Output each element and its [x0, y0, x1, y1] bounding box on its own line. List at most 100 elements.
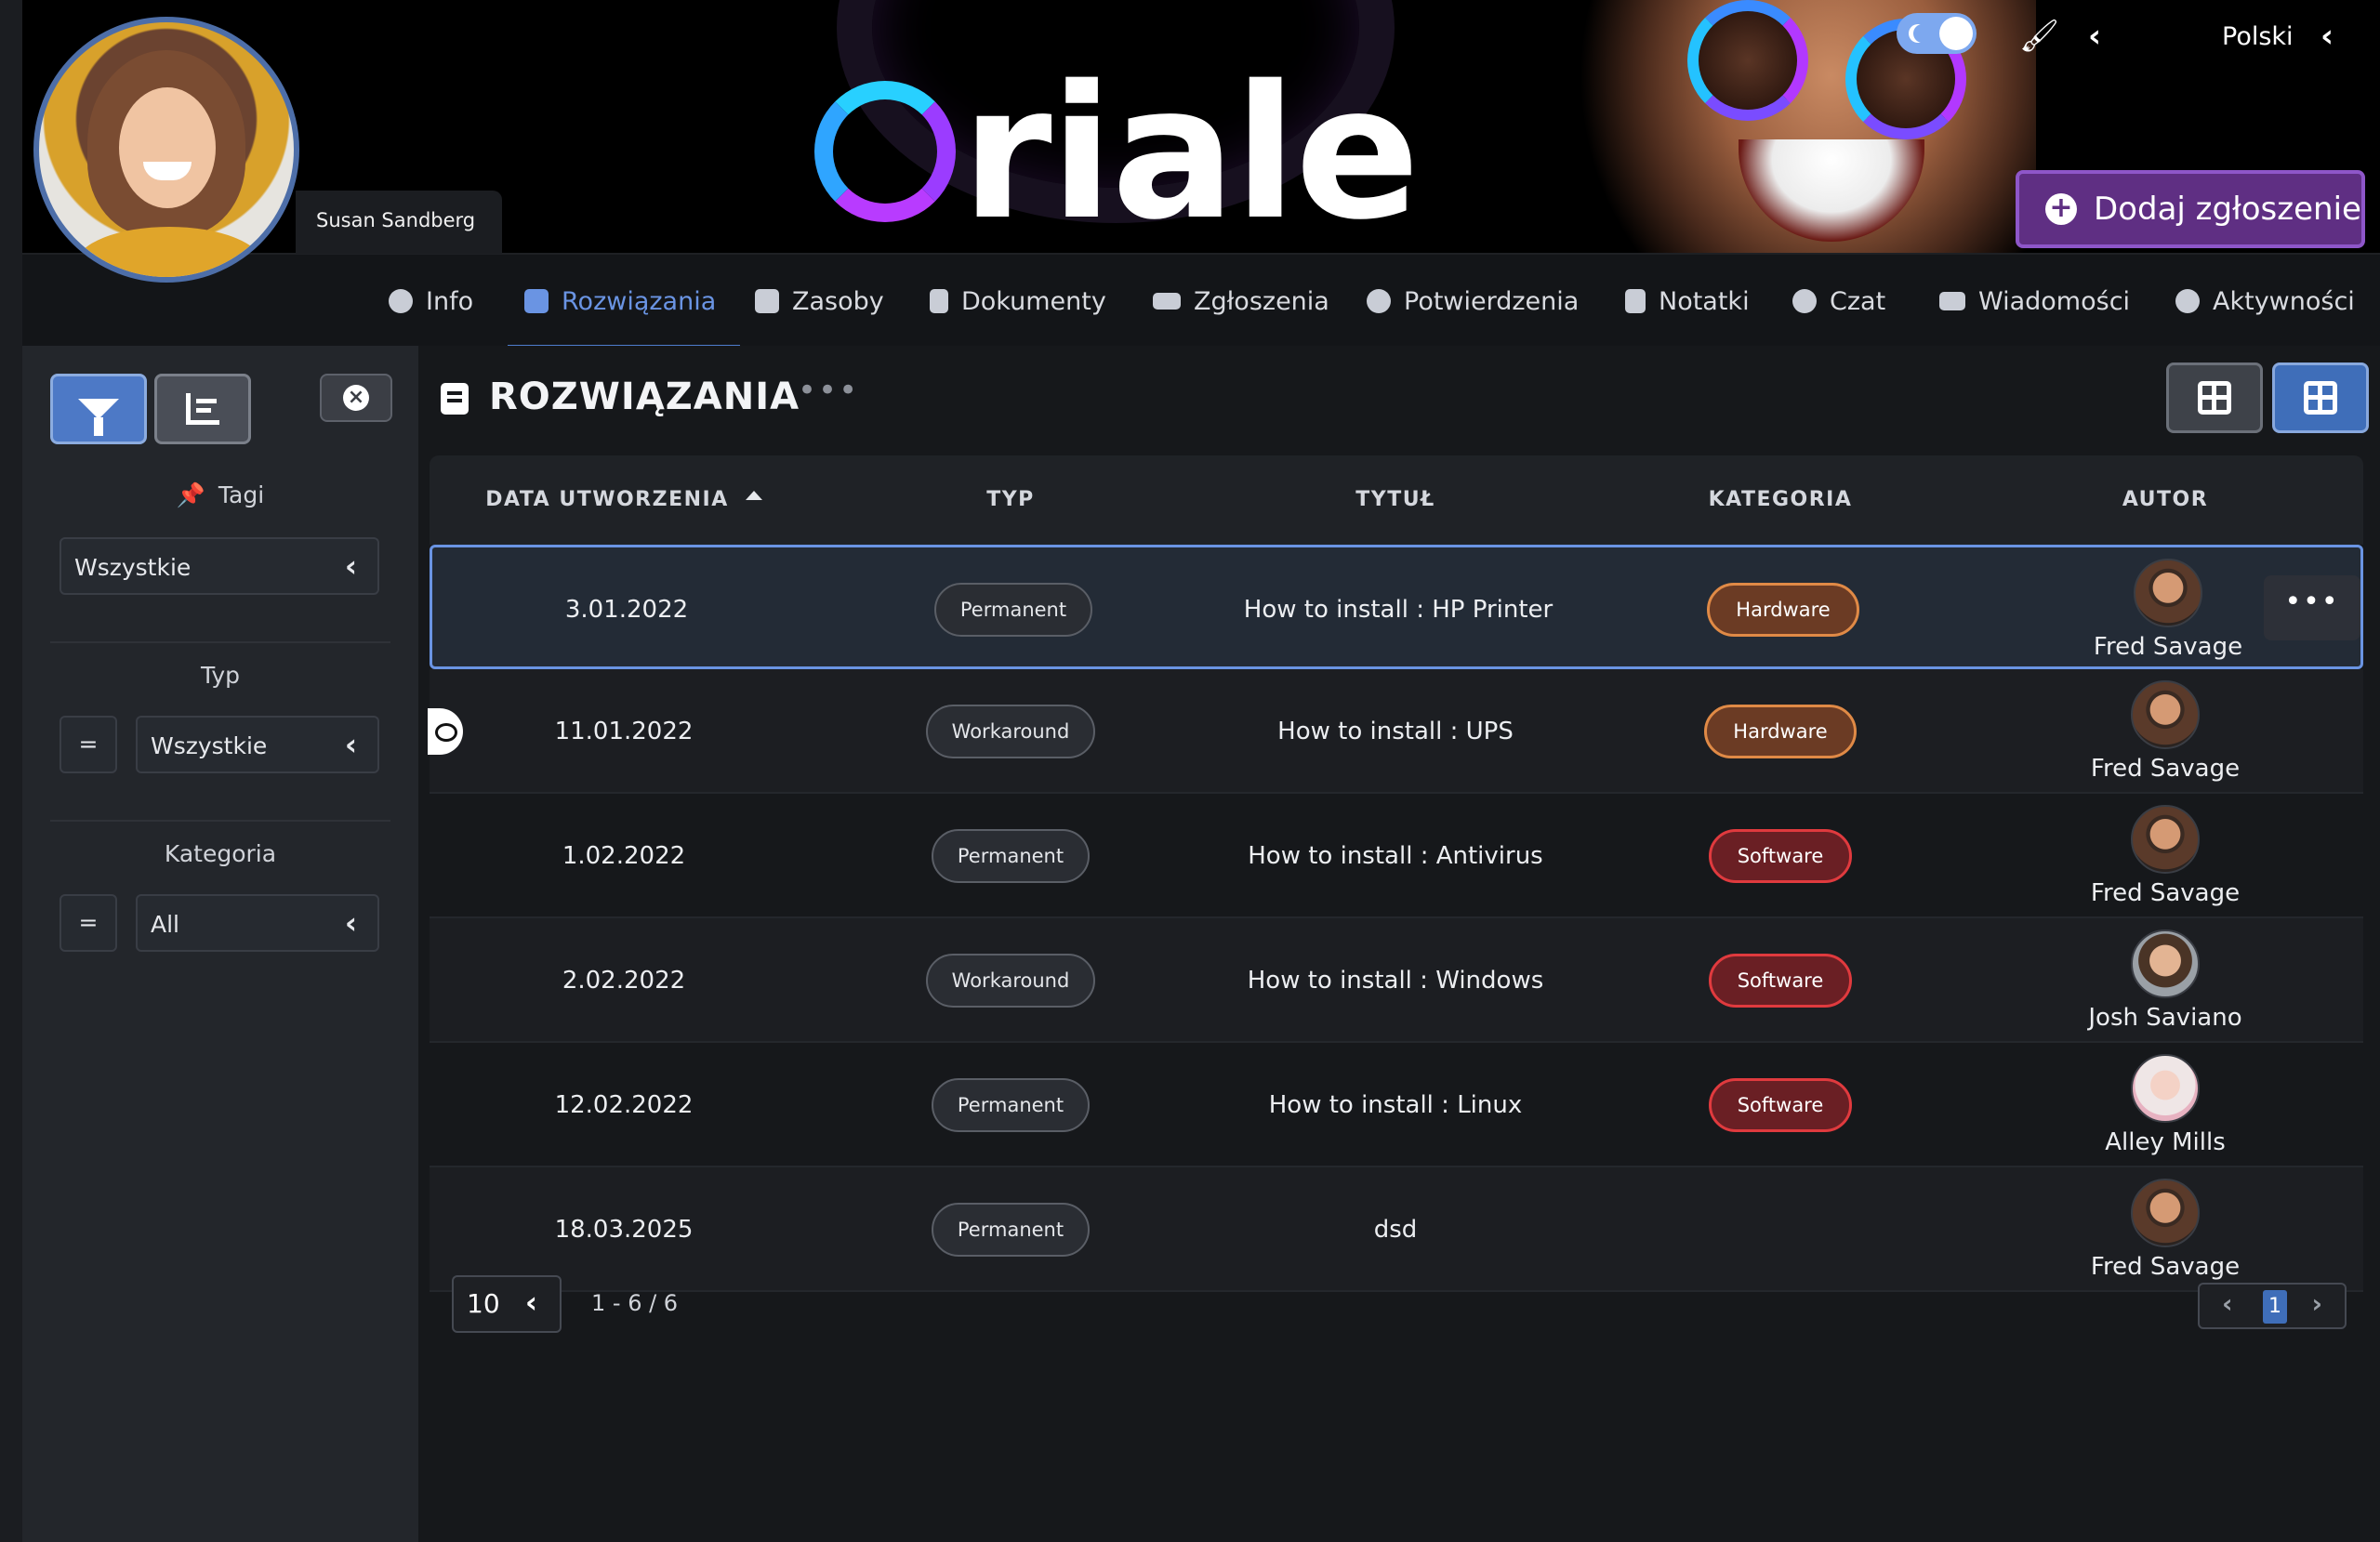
- user-check-icon: [1367, 289, 1391, 313]
- left-edge: [0, 0, 22, 1542]
- title-more-button[interactable]: •••: [798, 372, 859, 409]
- table-row[interactable]: 3.01.2022 Permanent How to install : HP …: [430, 545, 2363, 669]
- tab-label: Zgłoszenia: [1194, 286, 1329, 316]
- column-header-date[interactable]: DATA UTWORZENIA: [430, 455, 818, 545]
- tags-select[interactable]: Wszystkie ‹: [60, 537, 379, 595]
- tab-aktywnosci[interactable]: Aktywności: [2175, 255, 2355, 348]
- row-type-cell: Permanent: [821, 547, 1206, 672]
- language-chevron-icon[interactable]: ‹: [2320, 13, 2334, 59]
- tab-zasoby[interactable]: Zasoby: [755, 255, 884, 348]
- tab-label: Zasoby: [792, 286, 884, 316]
- type-operator-select[interactable]: =: [60, 716, 117, 773]
- table-row[interactable]: 12.02.2022 Permanent How to install : Li…: [430, 1043, 2363, 1167]
- tree-view-button[interactable]: [154, 374, 251, 444]
- page-size-select[interactable]: 10 ‹: [452, 1275, 562, 1333]
- type-badge: Permanent: [933, 583, 1093, 637]
- table-view-button[interactable]: [2272, 362, 2369, 433]
- category-badge: Hardware: [1707, 583, 1859, 637]
- author-name: Fred Savage: [2090, 1253, 2241, 1281]
- column-header-author[interactable]: AUTOR: [1973, 455, 2358, 545]
- type-badge: Workaround: [925, 954, 1096, 1008]
- logo-o-ring: [814, 81, 956, 222]
- category-badge: Hardware: [1704, 705, 1857, 758]
- type-label: Typ: [200, 662, 241, 689]
- tab-label: Wiadomości: [1978, 286, 2131, 316]
- row-date: 3.01.2022: [564, 596, 689, 624]
- row-more-button[interactable]: •••: [2264, 575, 2360, 640]
- oriale-logo: riale: [814, 56, 1420, 251]
- clear-filters-button[interactable]: ×: [320, 374, 392, 422]
- table-row[interactable]: 1.02.2022 Permanent How to install : Ant…: [430, 794, 2363, 918]
- table-icon: [2304, 381, 2337, 415]
- row-type-cell: Workaround: [818, 918, 1203, 1043]
- author-avatar: [2131, 680, 2200, 749]
- row-category-cell: Hardware: [1591, 547, 1976, 672]
- row-date: 18.03.2025: [554, 1216, 694, 1244]
- avatar-face: [119, 87, 216, 208]
- document-icon: [930, 289, 948, 313]
- brush-icon[interactable]: 🖌: [2019, 13, 2059, 59]
- chevron-left-icon[interactable]: ‹: [2088, 13, 2101, 59]
- tab-zgloszenia[interactable]: Zgłoszenia: [1153, 255, 1329, 348]
- user-avatar[interactable]: [33, 17, 299, 283]
- tree-icon: [186, 393, 219, 425]
- category-label: Kategoria: [164, 840, 277, 867]
- row-type-cell: Permanent: [818, 1167, 1203, 1292]
- row-category-cell: Software: [1588, 918, 1973, 1043]
- table-header: DATA UTWORZENIA TYP TYTUŁ KATEGORIA AUTO…: [430, 455, 2363, 545]
- category-select[interactable]: All ‹: [136, 894, 379, 952]
- banner-glasses-left: [1687, 0, 1808, 121]
- table-row[interactable]: 18.03.2025 Permanent dsd Fred Savage: [430, 1167, 2363, 1292]
- page-button-current[interactable]: 1: [2263, 1290, 2287, 1324]
- table-row[interactable]: 2.02.2022 Workaround How to install : Wi…: [430, 918, 2363, 1043]
- chevron-left-icon: ‹: [344, 727, 357, 762]
- column-header-type[interactable]: TYP: [818, 455, 1203, 545]
- column-header-category[interactable]: KATEGORIA: [1588, 455, 1973, 545]
- row-category-cell: [1588, 1167, 1973, 1292]
- user-name: Susan Sandberg: [296, 191, 502, 254]
- filter-view-button[interactable]: [50, 374, 147, 444]
- theme-toggle[interactable]: [1897, 13, 1977, 54]
- category-select-value: All: [151, 911, 179, 938]
- type-select[interactable]: Wszystkie ‹: [136, 716, 379, 773]
- row-category-cell: Hardware: [1588, 669, 1973, 794]
- tab-notatki[interactable]: Notatki: [1625, 255, 1750, 348]
- row-title: How to install : Antivirus: [1248, 842, 1543, 870]
- grid-view-button[interactable]: [2166, 362, 2263, 433]
- close-icon: ×: [343, 385, 369, 411]
- pagination-info: 1 - 6 / 6: [591, 1290, 679, 1316]
- row-author: Alley Mills: [1973, 1043, 2358, 1167]
- prev-page-button[interactable]: ‹: [2222, 1288, 2233, 1319]
- tab-bar: Info Rozwiązania Zasoby Dokumenty Zgłosz…: [22, 253, 2380, 349]
- language-select[interactable]: Polski: [2222, 13, 2294, 59]
- tab-dokumenty[interactable]: Dokumenty: [930, 255, 1106, 348]
- tab-czat[interactable]: Czat: [1792, 255, 1885, 348]
- row-date: 11.01.2022: [554, 718, 694, 745]
- page-title: ROZWIĄZANIA: [489, 376, 800, 418]
- author-name: Alley Mills: [2105, 1128, 2226, 1156]
- poland-flag-icon: [2179, 26, 2211, 48]
- banner-smile: [1739, 139, 1924, 242]
- table-row[interactable]: 11.01.2022 Workaround How to install : U…: [428, 669, 2363, 794]
- tab-wiadomosci[interactable]: Wiadomości: [1939, 255, 2130, 348]
- info-icon: [389, 289, 413, 313]
- row-title: How to install : HP Printer: [1243, 596, 1554, 624]
- author-name: Fred Savage: [2090, 755, 2241, 783]
- tags-label: 📌 Tagi: [22, 481, 418, 509]
- sidebar-divider: [50, 820, 390, 822]
- tab-rozwiazania[interactable]: Rozwiązania: [507, 255, 741, 349]
- tab-potwierdzenia[interactable]: Potwierdzenia: [1367, 255, 1579, 348]
- type-badge: Permanent: [931, 829, 1091, 883]
- tab-label: Potwierdzenia: [1404, 286, 1580, 316]
- tab-info[interactable]: Info: [389, 255, 473, 348]
- next-page-button[interactable]: ›: [2311, 1288, 2322, 1319]
- sort-asc-icon: [745, 491, 762, 500]
- category-operator-select[interactable]: =: [60, 894, 117, 952]
- row-category-cell: Software: [1588, 1043, 1973, 1167]
- row-date: 12.02.2022: [554, 1091, 694, 1119]
- column-header-title[interactable]: TYTUŁ: [1203, 455, 1588, 545]
- author-name: Josh Saviano: [2088, 1004, 2242, 1032]
- type-badge: Workaround: [925, 705, 1096, 758]
- plus-circle-icon: +: [2045, 193, 2077, 225]
- add-ticket-button[interactable]: + Dodaj zgłoszenie: [2016, 170, 2365, 248]
